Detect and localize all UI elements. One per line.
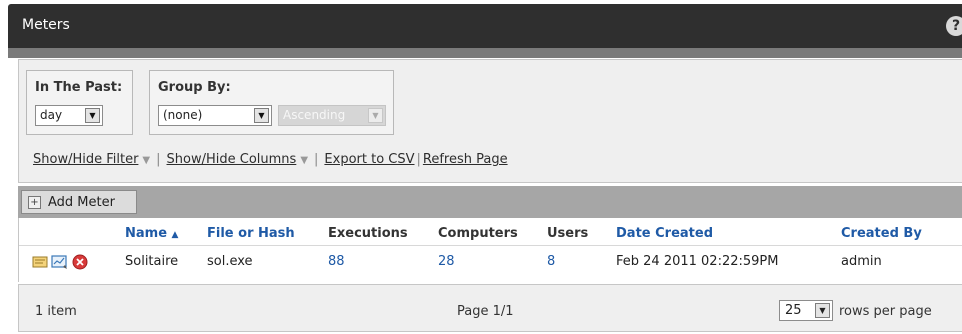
past-select[interactable]: day ▼ (35, 105, 103, 126)
separator: | (416, 152, 421, 167)
show-hide-columns-link[interactable]: Show/Hide Columns (167, 152, 297, 167)
plus-icon: + (28, 196, 41, 209)
report-icon[interactable] (51, 254, 67, 270)
sort-ascending-icon: ▲ (171, 230, 179, 240)
chevron-down-icon: ▼ (254, 108, 269, 123)
chevron-down-icon: ▼ (815, 303, 830, 318)
title-bar: Meters ? (8, 4, 962, 48)
cell-created-by: admin (841, 254, 882, 269)
cell-date-created: Feb 24 2011 02:22:59PM (616, 254, 779, 269)
filter-panel: In The Past: day ▼ Group By: (none) ▼ As… (18, 59, 962, 183)
column-header-date-created[interactable]: Date Created (616, 226, 713, 241)
column-header-computers: Computers (438, 226, 518, 241)
group-by-box: Group By: (none) ▼ Ascending ▼ (149, 70, 394, 135)
delete-icon[interactable] (72, 254, 88, 270)
meters-table: Name ▲ File or Hash Executions Computers… (18, 218, 962, 282)
sort-order-select: Ascending ▼ (278, 105, 386, 126)
column-header-users: Users (547, 226, 589, 241)
caret-down-icon[interactable]: ▼ (142, 155, 150, 166)
group-by-select[interactable]: (none) ▼ (158, 105, 272, 126)
chevron-down-icon: ▼ (85, 108, 100, 123)
column-header-file[interactable]: File or Hash (207, 226, 295, 241)
past-select-value: day (40, 108, 63, 122)
caret-down-icon[interactable]: ▼ (300, 155, 308, 166)
item-count: 1 item (35, 304, 77, 319)
separator: | (314, 152, 319, 167)
help-icon[interactable]: ? (946, 16, 962, 36)
cell-name: Solitaire (125, 254, 179, 269)
pager-footer: 1 item Page 1/1 25 ▼ rows per page (18, 284, 962, 332)
edit-icon[interactable] (32, 254, 48, 270)
column-header-name[interactable]: Name ▲ (125, 226, 178, 241)
column-header-executions: Executions (328, 226, 408, 241)
rows-per-page-label: rows per page (839, 304, 932, 319)
refresh-page-link[interactable]: Refresh Page (423, 152, 508, 167)
page-indicator: Page 1/1 (457, 304, 514, 319)
group-by-select-value: (none) (163, 108, 203, 122)
group-by-label: Group By: (158, 80, 231, 95)
cell-executions[interactable]: 88 (328, 254, 345, 269)
export-csv-link[interactable]: Export to CSV (324, 152, 414, 167)
filter-links: Show/Hide Filter ▼ | Show/Hide Columns ▼ | Exp… (33, 152, 508, 167)
cell-users[interactable]: 8 (547, 254, 555, 269)
column-name-label: Name (125, 226, 168, 241)
title-divider (8, 48, 962, 58)
past-label: In The Past: (35, 80, 123, 95)
column-header-created-by[interactable]: Created By (841, 226, 922, 241)
cell-computers[interactable]: 28 (438, 254, 455, 269)
page-title: Meters (22, 17, 70, 33)
past-filter-box: In The Past: day ▼ (26, 70, 133, 135)
toolbar: + Add Meter (18, 186, 962, 218)
separator: | (156, 152, 161, 167)
cell-file: sol.exe (207, 254, 253, 269)
chevron-down-icon: ▼ (368, 108, 383, 123)
rows-per-page-value: 25 (785, 303, 802, 318)
add-meter-label: Add Meter (48, 195, 115, 210)
sort-order-value: Ascending (283, 108, 346, 122)
add-meter-button[interactable]: + Add Meter (21, 190, 137, 214)
show-hide-filter-link[interactable]: Show/Hide Filter (33, 152, 138, 167)
header-divider (19, 245, 962, 246)
rows-per-page-select[interactable]: 25 ▼ (779, 300, 833, 321)
